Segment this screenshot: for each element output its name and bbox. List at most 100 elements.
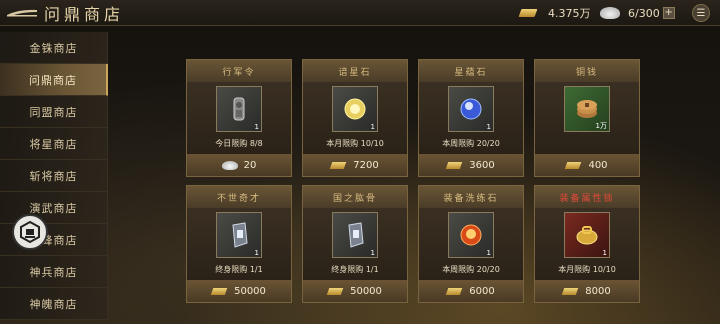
price-value: 400 [588,159,608,171]
jade-icon [221,160,238,170]
sidebar-item-label: 神魄商店 [29,297,78,311]
purchase-limit: 终身限购 1/1 [215,265,263,274]
price-tag: 50000 [187,280,291,302]
gold-amount: 4.375万 [548,7,591,20]
gold-bar-icon [561,287,579,295]
price-tag: 3600 [419,154,523,176]
sidebar-item-label: 斩将商店 [29,169,78,183]
price-value: 20 [243,159,257,171]
item-name: 装备属性锁 [535,186,639,208]
jade-icon [600,7,620,19]
scroll-icon [348,222,364,248]
shop-item-card[interactable]: 行军令 1 今日限购 8/8 20 [186,59,292,177]
item-slot: 1 [216,86,262,132]
price-value: 50000 [234,285,266,297]
sidebar-item-shenbing[interactable]: 神兵商店 [0,256,108,288]
add-jade-button[interactable]: + [662,7,675,19]
token-icon [233,97,245,121]
shop-item-card[interactable]: 铜钱 1万 400 [534,59,640,177]
sidebar-item-shenpo[interactable]: 神魄商店 [0,288,108,320]
item-name: 国之肱骨 [303,186,407,208]
gold-bar-icon [445,287,463,295]
price-value: 3600 [469,159,495,171]
shop-item-card[interactable]: 不世奇才 1 终身限购 1/1 50000 [186,185,292,303]
shop-item-card[interactable]: 星蕴石 1 本周限购 20/20 3600 [418,59,524,177]
sidebar-item-label: 问鼎商店 [29,73,77,87]
back-button[interactable] [0,0,44,26]
item-qty: 1 [370,123,375,131]
jade-amount: 6/300 [628,6,660,20]
price-value: 7200 [353,159,379,171]
item-slot: 1 [448,212,494,258]
guild-emblem-icon[interactable] [12,214,48,250]
item-slot: 1 [332,86,378,132]
sidebar-item-tongmeng[interactable]: 同盟商店 [0,96,108,128]
sidebar-item-label: 金铢商店 [29,41,78,55]
shop-sidebar: 金铢商店 问鼎商店 同盟商店 将星商店 斩将商店 演武商店 巅峰商店 神兵商店 … [0,32,108,320]
gold-bar-icon [518,9,538,17]
shop-item-card[interactable]: 装备属性锁 1 本月限购 10/10 8000 [534,185,640,303]
price-value: 6000 [469,285,495,297]
price-value: 50000 [350,285,382,297]
coins-icon [577,100,597,118]
gold-bar-icon [329,161,347,169]
item-slot: 1 [564,212,610,258]
fire-orb-icon [460,224,482,246]
item-qty: 1 [370,249,375,257]
purchase-limit: 今日限购 8/8 [215,139,263,148]
back-arrow-icon [7,9,37,16]
price-tag: 8000 [535,280,639,302]
shop-item-card[interactable]: 装备洗练石 1 本周限购 20/20 6000 [418,185,524,303]
star-stone-icon [344,98,366,120]
sidebar-item-jiangxing[interactable]: 将星商店 [0,128,108,160]
purchase-limit: 本月限购 10/10 [326,139,384,148]
item-name: 铜钱 [535,60,639,82]
purchase-limit: 终身限购 1/1 [331,265,379,274]
sidebar-item-wending[interactable]: 问鼎商店 [0,64,108,96]
shop-item-card[interactable]: 谙星石 1 本月限购 10/10 7200 [302,59,408,177]
price-tag: 400 [535,154,639,176]
sidebar-item-label: 同盟商店 [29,105,78,119]
item-name: 装备洗练石 [419,186,523,208]
page-title: 问鼎商店 [44,4,125,24]
sidebar-item-label: 演武商店 [29,201,78,215]
menu-button[interactable]: ☰ [692,4,710,22]
scroll-icon [232,222,248,248]
gold-bar-icon [565,161,582,169]
price-value: 8000 [585,285,611,297]
price-tag: 20 [187,154,291,176]
item-qty: 1 [254,123,259,131]
sidebar-item-jinzhu[interactable]: 金铢商店 [0,32,108,64]
price-tag: 6000 [419,280,523,302]
price-tag: 7200 [303,154,407,176]
sidebar-item-label: 神兵商店 [29,265,78,279]
item-name: 行军令 [187,60,291,82]
blue-orb-icon [460,98,482,120]
shop-item-card[interactable]: 国之肱骨 1 终身限购 1/1 50000 [302,185,408,303]
gold-resource: 4.375万 [518,4,591,22]
price-tag: 50000 [303,280,407,302]
jade-resource: 6/300 + [600,4,675,22]
item-name: 星蕴石 [419,60,523,82]
gold-bar-icon [445,161,463,169]
item-name: 不世奇才 [187,186,291,208]
sidebar-item-zhanjiang[interactable]: 斩将商店 [0,160,108,192]
gold-lock-icon [576,226,598,245]
item-slot: 1 [448,86,494,132]
item-qty: 1万 [595,122,607,130]
gold-bar-icon [210,287,228,295]
item-name: 谙星石 [303,60,407,82]
top-bar: 问鼎商店 4.375万 6/300 + ☰ [0,0,720,26]
item-slot: 1 [332,212,378,258]
menu-icon: ☰ [696,7,706,19]
purchase-limit: 本月限购 10/10 [558,265,616,274]
item-slot: 1 [216,212,262,258]
sidebar-item-label: 将星商店 [29,137,78,151]
purchase-limit: 本周限购 20/20 [442,139,500,148]
gold-bar-icon [326,287,344,295]
item-qty: 1 [602,249,607,257]
item-qty: 1 [486,249,491,257]
item-qty: 1 [254,249,259,257]
item-qty: 1 [486,123,491,131]
item-slot: 1万 [564,86,610,132]
